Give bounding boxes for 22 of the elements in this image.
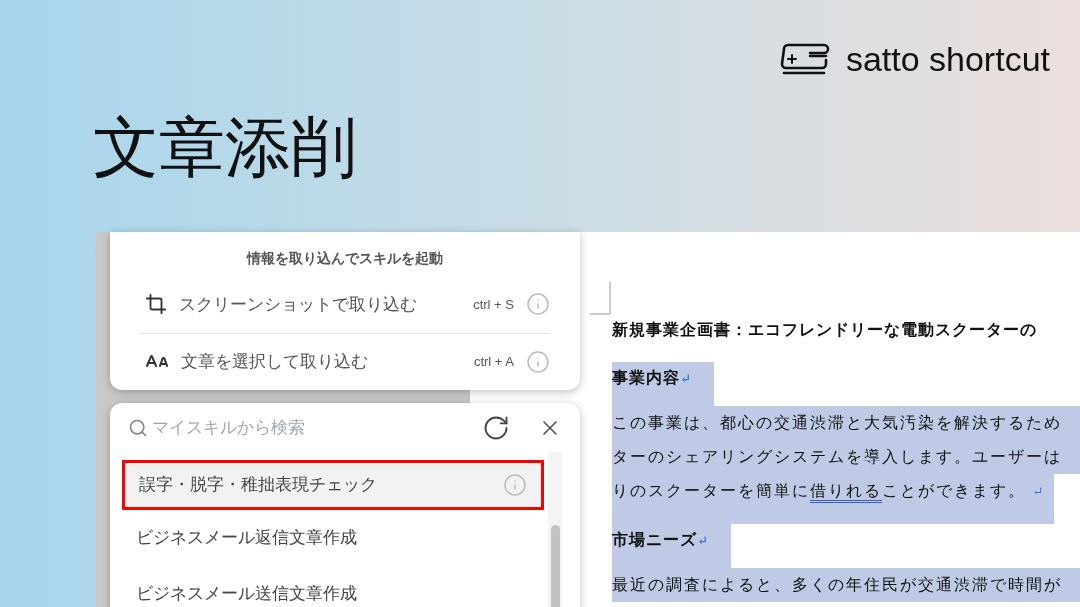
scrollbar[interactable]: [548, 452, 562, 607]
page-title: 文章添削: [93, 110, 357, 184]
document-title: 新規事業企画書：エコフレンドリーな電動スクーターの: [612, 319, 1038, 341]
logo-icon: [779, 42, 830, 76]
shortcut-label: ctrl + S: [473, 295, 514, 314]
info-icon[interactable]: [526, 350, 550, 374]
search-icon: [128, 417, 148, 438]
crop-icon: [145, 293, 167, 316]
panel-title: 情報を取り込んでスキルを起動: [247, 250, 443, 266]
section-heading: 事業内容↵: [612, 362, 714, 406]
crop-mark: [590, 282, 611, 315]
brand-name: satto shortcut: [845, 42, 1050, 76]
skill-item[interactable]: ビジネスメール返信文章作成: [122, 510, 544, 566]
capture-option[interactable]: 文章を選択して取り込む ctrl + A: [140, 333, 550, 390]
section-heading: 市場ニーズ↵: [612, 524, 731, 568]
skill-item[interactable]: 誤字・脱字・稚拙表現チェック: [122, 460, 544, 510]
capture-option[interactable]: スクリーンショットで取り込む ctrl + S: [140, 276, 550, 333]
skill-item[interactable]: ビジネスメール送信文章作成: [122, 566, 544, 607]
shortcut-label: ctrl + A: [473, 353, 514, 372]
info-icon[interactable]: [503, 473, 527, 497]
search-field[interactable]: マイスキルから検索: [152, 414, 476, 441]
info-icon[interactable]: [526, 292, 550, 317]
